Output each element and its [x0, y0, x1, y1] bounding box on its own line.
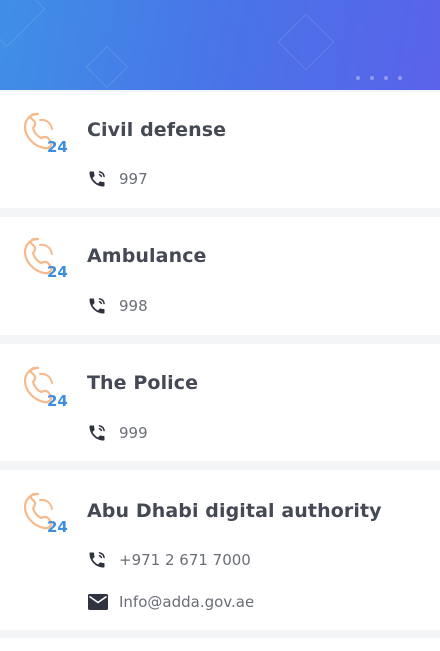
phone-icon — [87, 422, 109, 444]
header-dots — [356, 76, 402, 80]
emergency-24-icon: 24 — [23, 492, 68, 534]
contact-card-ambulance[interactable]: 24 Ambulance 998 — [0, 217, 440, 335]
contact-name: Abu Dhabi digital authority — [87, 500, 382, 522]
phone-number[interactable]: 997 — [119, 170, 148, 188]
svg-text:24: 24 — [47, 518, 68, 534]
phone-number[interactable]: 999 — [119, 424, 148, 442]
svg-text:24: 24 — [47, 138, 68, 154]
contact-name: Civil defense — [87, 119, 227, 141]
contact-card-civil-defense[interactable]: 24 Civil defense 997 — [0, 92, 440, 208]
phone-icon — [87, 295, 109, 317]
contact-card-adda[interactable]: 24 Abu Dhabi digital authority +971 2 67… — [0, 470, 440, 630]
phone-row[interactable]: 998 — [87, 294, 148, 318]
phone-icon — [87, 168, 109, 190]
email-address[interactable]: Info@adda.gov.ae — [119, 593, 254, 611]
svg-text:24: 24 — [47, 263, 68, 279]
phone-row[interactable]: +971 2 671 7000 — [87, 548, 251, 572]
email-row[interactable]: Info@adda.gov.ae — [87, 590, 254, 614]
phone-number[interactable]: +971 2 671 7000 — [119, 551, 251, 569]
phone-icon — [87, 549, 109, 571]
mail-icon — [87, 591, 109, 613]
phone-number[interactable]: 998 — [119, 297, 148, 315]
header-decoration — [85, 45, 129, 89]
emergency-24-icon: 24 — [23, 237, 68, 279]
contact-card-police[interactable]: 24 The Police 999 — [0, 344, 440, 461]
header-decoration — [0, 0, 46, 48]
header-banner — [0, 0, 440, 90]
contact-name: The Police — [87, 372, 199, 394]
emergency-24-icon: 24 — [23, 366, 68, 408]
list-bottom-edge — [0, 638, 440, 651]
phone-row[interactable]: 997 — [87, 167, 148, 191]
header-decoration — [277, 13, 335, 71]
phone-row[interactable]: 999 — [87, 421, 148, 445]
svg-text:24: 24 — [47, 392, 68, 408]
contact-name: Ambulance — [87, 245, 207, 267]
emergency-24-icon: 24 — [23, 112, 68, 154]
